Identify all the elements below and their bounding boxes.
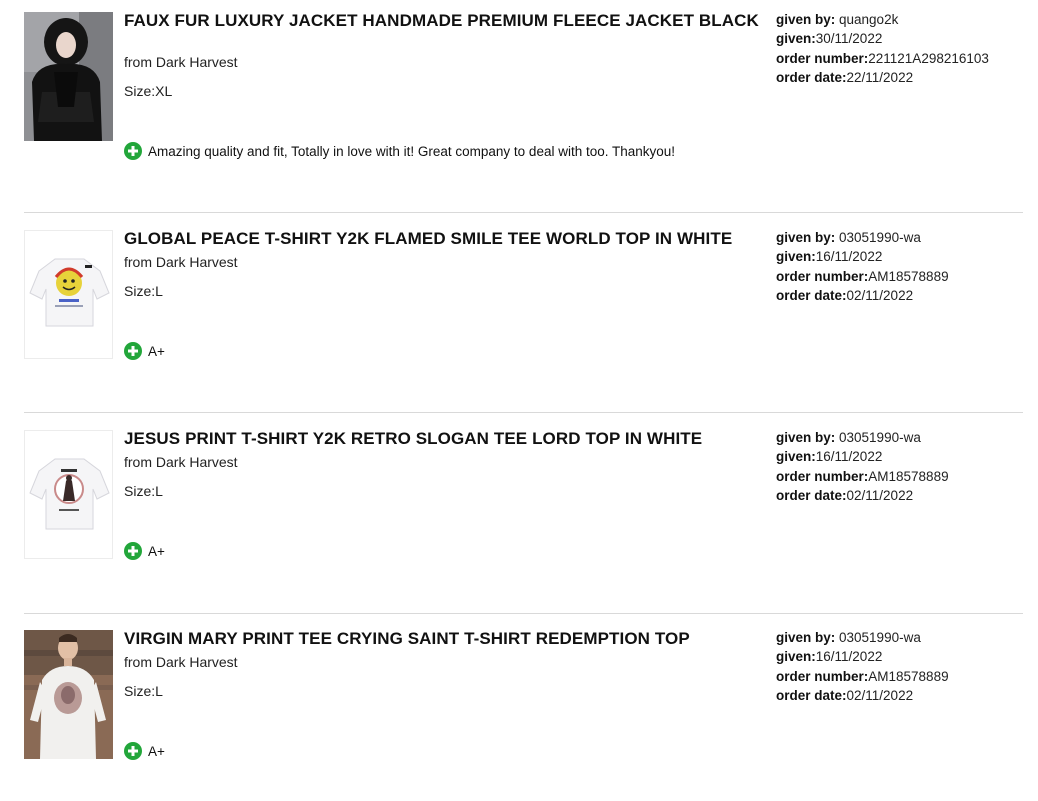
comment-text: A+ — [148, 543, 165, 559]
feedback-entry: JESUS PRINT T-SHIRT Y2K RETRO SLOGAN TEE… — [24, 430, 1023, 590]
item-title[interactable]: GLOBAL PEACE T-SHIRT Y2K FLAMED SMILE TE… — [124, 230, 769, 248]
item-size: Size:L — [124, 283, 163, 299]
feedback-comment: A+ — [124, 542, 165, 560]
given-by-label: given by: — [776, 230, 836, 245]
given-by-value: 03051990-wa — [835, 630, 921, 645]
order-number-label: order number: — [776, 468, 869, 484]
order-date-row: order date:02/11/2022 — [776, 286, 1021, 305]
order-number-value: AM18578889 — [868, 468, 949, 484]
given-value: 30/11/2022 — [815, 31, 883, 47]
given-label: given: — [776, 31, 816, 47]
feedback-entry: GLOBAL PEACE T-SHIRT Y2K FLAMED SMILE TE… — [24, 230, 1023, 390]
given-by-row: given by: 03051990-wa — [776, 428, 1021, 447]
order-date-label: order date: — [776, 287, 847, 303]
given-value: 16/11/2022 — [815, 249, 883, 265]
order-date-label: order date: — [776, 487, 847, 503]
product-thumbnail[interactable] — [24, 430, 113, 559]
given-by-row: given by: 03051990-wa — [776, 628, 1021, 647]
comment-text: Amazing quality and fit, Totally in love… — [148, 143, 676, 159]
feedback-meta: given by: quango2k given:30/11/2022 orde… — [776, 10, 1021, 87]
given-label: given: — [776, 249, 816, 265]
order-number-value: AM18578889 — [868, 268, 949, 284]
feedback-entry: VIRGIN MARY PRINT TEE CRYING SAINT T-SHI… — [24, 630, 1023, 790]
seller-name: from Dark Harvest — [124, 254, 238, 270]
item-title[interactable]: FAUX FUR LUXURY JACKET HANDMADE PREMIUM … — [124, 12, 769, 30]
order-date-value: 02/11/2022 — [846, 687, 914, 703]
product-thumbnail[interactable] — [24, 630, 113, 759]
item-title[interactable]: VIRGIN MARY PRINT TEE CRYING SAINT T-SHI… — [124, 630, 769, 648]
given-value: 16/11/2022 — [815, 649, 883, 665]
order-number-label: order number: — [776, 50, 869, 66]
order-date-row: order date:22/11/2022 — [776, 68, 1021, 87]
given-by-label: given by: — [776, 630, 836, 645]
plus-circle-icon — [124, 142, 142, 160]
feedback-list: FAUX FUR LUXURY JACKET HANDMADE PREMIUM … — [0, 0, 1038, 801]
feedback-comment: Amazing quality and fit, Totally in love… — [124, 142, 675, 160]
order-date-row: order date:02/11/2022 — [776, 686, 1021, 705]
plus-circle-icon — [124, 742, 142, 760]
product-thumbnail[interactable] — [24, 230, 113, 359]
entry-divider — [24, 613, 1023, 614]
item-size: Size:XL — [124, 83, 173, 99]
plus-circle-icon — [124, 342, 142, 360]
seller-name: from Dark Harvest — [124, 454, 238, 470]
given-date-row: given:16/11/2022 — [776, 647, 1021, 666]
order-date-row: order date:02/11/2022 — [776, 486, 1021, 505]
fur-jacket-image — [24, 12, 113, 141]
order-date-label: order date: — [776, 69, 847, 85]
order-number-row: order number:AM18578889 — [776, 467, 1021, 486]
feedback-meta: given by: 03051990-wa given:16/11/2022 o… — [776, 228, 1021, 305]
order-number-row: order number:221121A298216103 — [776, 49, 1021, 68]
order-date-value: 02/11/2022 — [846, 487, 914, 503]
given-label: given: — [776, 649, 816, 665]
given-date-row: given:30/11/2022 — [776, 29, 1021, 48]
plus-circle-icon — [124, 542, 142, 560]
order-date-value: 22/11/2022 — [846, 69, 914, 85]
given-by-row: given by: quango2k — [776, 10, 1021, 29]
given-label: given: — [776, 449, 816, 465]
comment-text: A+ — [148, 343, 165, 359]
given-value: 16/11/2022 — [815, 449, 883, 465]
given-date-row: given:16/11/2022 — [776, 447, 1021, 466]
feedback-comment: A+ — [124, 742, 165, 760]
feedback-meta: given by: 03051990-wa given:16/11/2022 o… — [776, 628, 1021, 705]
item-title[interactable]: JESUS PRINT T-SHIRT Y2K RETRO SLOGAN TEE… — [124, 430, 769, 448]
smile-tee-image — [25, 231, 112, 358]
order-number-label: order number: — [776, 668, 869, 684]
virgin-mary-tee-image — [24, 630, 113, 759]
entry-divider — [24, 212, 1023, 213]
feedback-meta: given by: 03051990-wa given:16/11/2022 o… — [776, 428, 1021, 505]
seller-name: from Dark Harvest — [124, 654, 238, 670]
feedback-comment: A+ — [124, 342, 165, 360]
given-date-row: given:16/11/2022 — [776, 247, 1021, 266]
given-by-value: 03051990-wa — [835, 430, 921, 445]
order-number-label: order number: — [776, 268, 869, 284]
order-date-value: 02/11/2022 — [846, 287, 914, 303]
given-by-label: given by: — [776, 430, 836, 445]
order-number-row: order number:AM18578889 — [776, 267, 1021, 286]
jesus-tee-image — [25, 431, 112, 558]
comment-text: A+ — [148, 743, 165, 759]
order-number-value: 221121A298216103 — [868, 50, 989, 66]
given-by-value: quango2k — [835, 12, 899, 27]
given-by-label: given by: — [776, 12, 836, 27]
order-number-value: AM18578889 — [868, 668, 949, 684]
order-number-row: order number:AM18578889 — [776, 667, 1021, 686]
order-date-label: order date: — [776, 687, 847, 703]
product-thumbnail[interactable] — [24, 12, 113, 141]
feedback-entry: FAUX FUR LUXURY JACKET HANDMADE PREMIUM … — [24, 12, 1023, 172]
item-size: Size:L — [124, 483, 163, 499]
given-by-row: given by: 03051990-wa — [776, 228, 1021, 247]
given-by-value: 03051990-wa — [835, 230, 921, 245]
item-size: Size:L — [124, 683, 163, 699]
seller-name: from Dark Harvest — [124, 54, 238, 70]
entry-divider — [24, 412, 1023, 413]
